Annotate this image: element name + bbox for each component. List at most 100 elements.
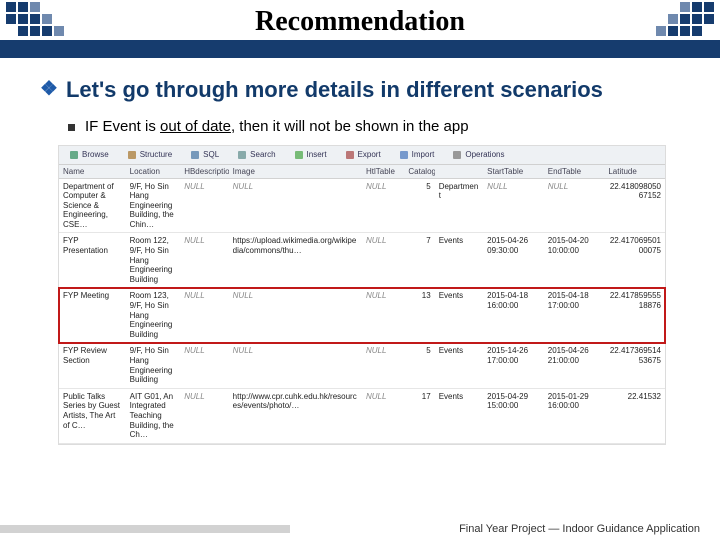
cell: 5	[404, 178, 434, 233]
col-EndTable[interactable]: EndTable	[544, 165, 605, 179]
cell: NULL	[362, 343, 404, 388]
col-StartTable[interactable]: StartTable	[483, 165, 544, 179]
cell: Room 122, 9/F, Ho Sin Hang Engineering B…	[126, 233, 181, 288]
cell: 22.41532	[604, 388, 665, 443]
import-icon	[399, 150, 409, 160]
cell: 5	[404, 343, 434, 388]
footer-bar	[0, 525, 290, 533]
cell: NULL	[180, 288, 228, 343]
col-Name[interactable]: Name	[59, 165, 126, 179]
square-bullet-icon	[68, 124, 75, 131]
corner-deco-right	[656, 2, 714, 36]
slide-body: ❖ Let's go through more details in diffe…	[0, 58, 720, 445]
table-row[interactable]: Public Talks Series by Guest Artists, Th…	[59, 388, 665, 443]
db-table-header: NameLocationHBdescriptionImageHtlTableCa…	[59, 165, 665, 179]
browse-icon	[69, 150, 79, 160]
operations-icon	[452, 150, 462, 160]
cell: NULL	[362, 288, 404, 343]
cell: 13	[404, 288, 434, 343]
cell: Room 123, 9/F, Ho Sin Hang Engineering B…	[126, 288, 181, 343]
bullet1-text: Let's go through more details in differe…	[66, 76, 603, 104]
cell: Public Talks Series by Guest Artists, Th…	[59, 388, 126, 443]
col-HBdescription[interactable]: HBdescription	[180, 165, 228, 179]
cell: 22.41785955518876	[604, 288, 665, 343]
db-table: NameLocationHBdescriptionImageHtlTableCa…	[59, 165, 665, 444]
cell: FYP Presentation	[59, 233, 126, 288]
export-icon	[345, 150, 355, 160]
col-spacer[interactable]	[435, 165, 483, 179]
cell: Events	[435, 233, 483, 288]
cell: NULL	[229, 288, 362, 343]
cell: NULL	[362, 233, 404, 288]
cell: 22.41809805067152	[604, 178, 665, 233]
cell: Events	[435, 288, 483, 343]
cell: NULL	[180, 233, 228, 288]
bullet2-text: IF Event is out of date, then it will no…	[85, 118, 469, 135]
footer: Final Year Project — Indoor Guidance App…	[0, 518, 720, 540]
cell: 9/F, Ho Sin Hang Engineering Building, t…	[126, 178, 181, 233]
cell: http://www.cpr.cuhk.edu.hk/resources/eve…	[229, 388, 362, 443]
title-band: Recommendation	[0, 0, 720, 58]
table-row[interactable]: FYP MeetingRoom 123, 9/F, Ho Sin Hang En…	[59, 288, 665, 343]
col-HtlTable[interactable]: HtlTable	[362, 165, 404, 179]
bullet-level1: ❖ Let's go through more details in diffe…	[40, 76, 684, 104]
structure-icon	[127, 150, 137, 160]
table-row[interactable]: FYP Review Section9/F, Ho Sin Hang Engin…	[59, 343, 665, 388]
cell: 2015-04-29 15:00:00	[483, 388, 544, 443]
cell: 7	[404, 233, 434, 288]
tab-search[interactable]: Search	[233, 149, 279, 161]
tab-insert[interactable]: Insert	[290, 149, 331, 161]
cell: 17	[404, 388, 434, 443]
cell: NULL	[229, 178, 362, 233]
cell: FYP Meeting	[59, 288, 126, 343]
cell: FYP Review Section	[59, 343, 126, 388]
cell: 9/F, Ho Sin Hang Engineering Building	[126, 343, 181, 388]
cell: 2015-04-18 16:00:00	[483, 288, 544, 343]
tab-export[interactable]: Export	[341, 149, 385, 161]
cell: 2015-14-26 17:00:00	[483, 343, 544, 388]
cell: NULL	[483, 178, 544, 233]
table-row[interactable]: FYP PresentationRoom 122, 9/F, Ho Sin Ha…	[59, 233, 665, 288]
col-Catalog[interactable]: Catalog	[404, 165, 434, 179]
cell: NULL	[180, 388, 228, 443]
cell: Department	[435, 178, 483, 233]
slide-title: Recommendation	[0, 0, 720, 38]
cell: 2015-04-26 09:30:00	[483, 233, 544, 288]
cell: NULL	[229, 343, 362, 388]
col-Location[interactable]: Location	[126, 165, 181, 179]
col-Image[interactable]: Image	[229, 165, 362, 179]
search-icon	[237, 150, 247, 160]
diamond-icon: ❖	[40, 76, 58, 104]
corner-deco-left	[6, 2, 64, 36]
tab-sql[interactable]: SQL	[186, 149, 223, 161]
cell: 2015-04-18 17:00:00	[544, 288, 605, 343]
cell: NULL	[362, 178, 404, 233]
cell: Events	[435, 388, 483, 443]
cell: NULL	[180, 178, 228, 233]
cell: 22.41736951453675	[604, 343, 665, 388]
insert-icon	[294, 150, 304, 160]
tab-browse[interactable]: Browse	[65, 149, 113, 161]
db-table-body: Department of Computer & Science & Engin…	[59, 178, 665, 443]
db-tabbar: Browse Structure SQL Search Insert Export Impo…	[59, 146, 665, 165]
cell: NULL	[180, 343, 228, 388]
cell: NULL	[362, 388, 404, 443]
cell: Events	[435, 343, 483, 388]
tab-structure[interactable]: Structure	[123, 149, 176, 161]
sql-icon	[190, 150, 200, 160]
cell: 2015-04-20 10:00:00	[544, 233, 605, 288]
cell: Department of Computer & Science & Engin…	[59, 178, 126, 233]
table-row[interactable]: Department of Computer & Science & Engin…	[59, 178, 665, 233]
bullet-level2: IF Event is out of date, then it will no…	[68, 118, 684, 135]
db-screenshot: Browse Structure SQL Search Insert Export Impo…	[58, 145, 666, 445]
tab-operations[interactable]: Operations	[448, 149, 508, 161]
cell: 2015-04-26 21:00:00	[544, 343, 605, 388]
cell: AIT G01, An Integrated Teaching Building…	[126, 388, 181, 443]
cell: 2015-01-29 16:00:00	[544, 388, 605, 443]
cell: https://upload.wikimedia.org/wikipedia/c…	[229, 233, 362, 288]
cell: NULL	[544, 178, 605, 233]
cell: 22.41706950100075	[604, 233, 665, 288]
slide: Recommendation ❖ Let's go through more d…	[0, 0, 720, 540]
tab-import[interactable]: Import	[395, 149, 439, 161]
col-Latitude[interactable]: Latitude	[604, 165, 665, 179]
